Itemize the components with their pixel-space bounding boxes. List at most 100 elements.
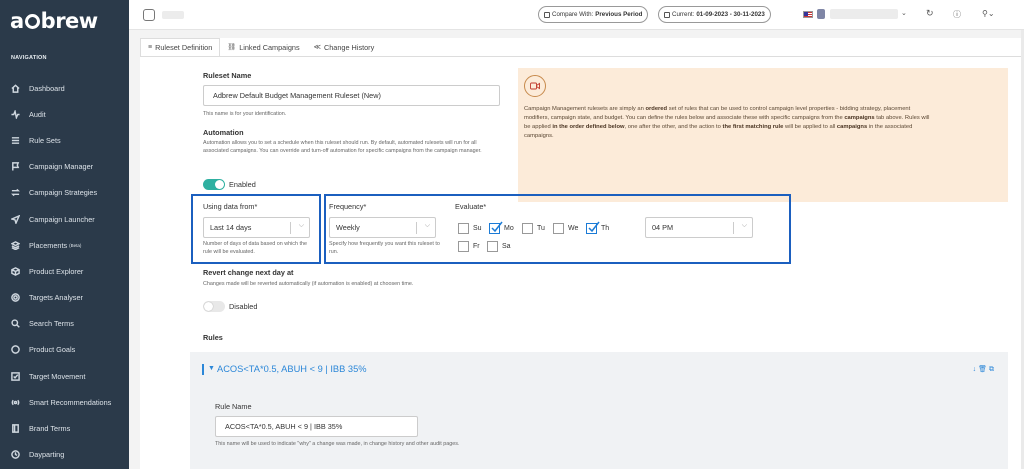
- ruleset-name-help: This name is for your identification.: [203, 111, 287, 117]
- topbar: Compare With: Previous Period Current: 01-…: [129, 0, 1024, 30]
- sidebar-item-campaign-launcher[interactable]: Campaign Launcher: [0, 206, 129, 232]
- frequency-help: Specify how frequently you want this rul…: [329, 241, 440, 255]
- check-icon: [588, 221, 600, 233]
- check-square-icon: [11, 371, 20, 381]
- store-icon[interactable]: [143, 9, 155, 21]
- send-icon: [11, 214, 20, 224]
- frequency-select[interactable]: Weekly ⌵: [329, 217, 436, 238]
- sidebar-item-smart-recommendations[interactable]: Smart Recommendations: [0, 389, 129, 415]
- date-range-button[interactable]: Current: 01-09-2023 - 30-11-2023: [658, 6, 771, 23]
- home-icon: [11, 83, 20, 93]
- search-icon: [11, 319, 20, 329]
- sidebar-item-brand-terms[interactable]: Brand Terms: [0, 415, 129, 441]
- day-checkbox-th[interactable]: [586, 221, 600, 234]
- using-data-select[interactable]: Last 14 days ⌵: [203, 217, 310, 238]
- chevron-down-icon: ⌵: [424, 222, 430, 229]
- day-checkbox-su[interactable]: [458, 223, 469, 234]
- sidebar-item-placements[interactable]: Placements (Beta): [0, 232, 129, 258]
- chevron-down-icon[interactable]: ⌄: [901, 9, 907, 17]
- automation-toggle[interactable]: [203, 179, 225, 190]
- enabled-label: Enabled: [229, 180, 256, 189]
- rules-label: Rules: [203, 333, 223, 342]
- sidebar: a brew NAVIGATION Dashboard Audit Rule Se…: [0, 0, 129, 469]
- evaluate-label: Evaluate*: [455, 202, 487, 211]
- list-icon: [11, 136, 20, 145]
- target-icon: [11, 293, 20, 302]
- book-icon: [11, 424, 20, 433]
- check-icon: [491, 221, 503, 233]
- day-checkbox-tu[interactable]: [522, 223, 533, 234]
- ruleset-name-input[interactable]: Adbrew Default Budget Management Ruleset…: [203, 85, 500, 106]
- radio-icon: [11, 398, 20, 407]
- frequency-label: Frequency*: [329, 202, 367, 211]
- nav-list: Dashboard Audit Rule Sets Campaign Manag…: [0, 75, 129, 468]
- store-name-redacted: [162, 11, 184, 19]
- link-icon: ⛓: [227, 44, 237, 51]
- beta-badge: (Beta): [69, 242, 82, 248]
- sidebar-item-product-goals[interactable]: Product Goals: [0, 337, 129, 363]
- sidebar-item-rule-sets[interactable]: Rule Sets: [0, 127, 129, 153]
- day-checkbox-sa[interactable]: [487, 241, 498, 252]
- brand-logo[interactable]: a brew: [10, 9, 98, 33]
- chevron-down-icon: ⌵: [298, 222, 304, 229]
- revert-toggle[interactable]: [203, 301, 225, 312]
- delete-icon[interactable]: 🗑: [978, 366, 989, 373]
- sidebar-item-search-terms[interactable]: Search Terms: [0, 311, 129, 337]
- layers-icon: [11, 240, 20, 250]
- tab-divider: [140, 56, 1022, 57]
- sidebar-item-target-movement[interactable]: Target Movement: [0, 363, 129, 389]
- rule-accent-bar: [202, 364, 204, 375]
- compare-with-button[interactable]: Compare With: Previous Period: [538, 6, 649, 23]
- automation-help: Automation allows you to set a schedule …: [203, 140, 482, 154]
- tab-ruleset-definition[interactable]: ≡ Ruleset Definition: [140, 38, 221, 56]
- rule-title[interactable]: ACOS<TA*0.5, ABUH < 9 | IBB 35%: [217, 364, 367, 374]
- tab-bar: ≡ Ruleset Definition ⛓ Linked Campaigns ≪ C…: [140, 38, 381, 56]
- caret-down-icon[interactable]: ▼: [208, 365, 215, 372]
- info-text: Campaign Management rulesets are simply …: [524, 106, 930, 139]
- tab-change-history[interactable]: ≪ Change History: [307, 38, 382, 56]
- nav-heading: NAVIGATION: [11, 55, 47, 61]
- box-icon: [11, 267, 20, 276]
- sidebar-item-dayparting[interactable]: Dayparting: [0, 442, 129, 468]
- using-data-label: Using data from*: [203, 202, 258, 211]
- flag-icon: [11, 162, 20, 171]
- sidebar-item-product-explorer[interactable]: Product Explorer: [0, 258, 129, 284]
- account-badge: [817, 9, 825, 19]
- chevron-down-icon: ⌵: [741, 222, 747, 229]
- video-icon[interactable]: [524, 75, 546, 97]
- us-flag-icon: [803, 11, 813, 18]
- day-checkbox-fr[interactable]: [458, 241, 469, 252]
- copy-icon[interactable]: ⧉: [989, 366, 996, 373]
- sidebar-item-dashboard[interactable]: Dashboard: [0, 75, 129, 101]
- main-content: ≡ Ruleset Definition ⛓ Linked Campaigns ≪ C…: [140, 38, 1022, 469]
- user-menu-icon[interactable]: ⚲⌄: [982, 9, 995, 18]
- sidebar-item-audit[interactable]: Audit: [0, 101, 129, 127]
- rule-name-help: This name will be used to indicate "why"…: [215, 441, 460, 447]
- rewind-icon: ≪: [313, 44, 321, 51]
- rule-name-input[interactable]: ACOS<TA*0.5, ABUH < 9 | IBB 35%: [215, 416, 418, 437]
- sidebar-item-campaign-manager[interactable]: Campaign Manager: [0, 154, 129, 180]
- day-checkbox-mo[interactable]: [489, 221, 503, 234]
- sidebar-item-campaign-strategies[interactable]: Campaign Strategies: [0, 180, 129, 206]
- help-icon[interactable]: ⓘ: [953, 9, 961, 20]
- using-data-help: Number of days of data based on which th…: [203, 241, 307, 255]
- time-select[interactable]: 04 PM ⌵: [645, 217, 753, 238]
- menu-icon: ≡: [148, 44, 153, 51]
- tab-linked-campaigns[interactable]: ⛓ Linked Campaigns: [220, 38, 306, 56]
- refresh-icon[interactable]: ↻: [926, 8, 934, 19]
- clock-icon: [11, 450, 20, 460]
- automation-label: Automation: [203, 128, 244, 137]
- calendar-icon: [544, 11, 550, 18]
- revert-label: Revert change next day at: [203, 268, 294, 277]
- rule-panel: ▼ ACOS<TA*0.5, ABUH < 9 | IBB 35% ↓🗑⧉ Ru…: [190, 352, 1008, 469]
- calendar-icon: [664, 11, 670, 18]
- revert-help: Changes made will be reverted automatica…: [203, 281, 414, 287]
- rule-actions: ↓🗑⧉: [973, 365, 996, 374]
- rule-name-label: Rule Name: [215, 402, 252, 411]
- sidebar-item-targets-analyser[interactable]: Targets Analyser: [0, 285, 129, 311]
- activity-icon: [11, 109, 20, 119]
- info-panel: Campaign Management rulesets are simply …: [518, 68, 1008, 202]
- disabled-label: Disabled: [229, 302, 258, 311]
- account-name-redacted[interactable]: [830, 9, 898, 19]
- day-checkbox-we[interactable]: [553, 223, 564, 234]
